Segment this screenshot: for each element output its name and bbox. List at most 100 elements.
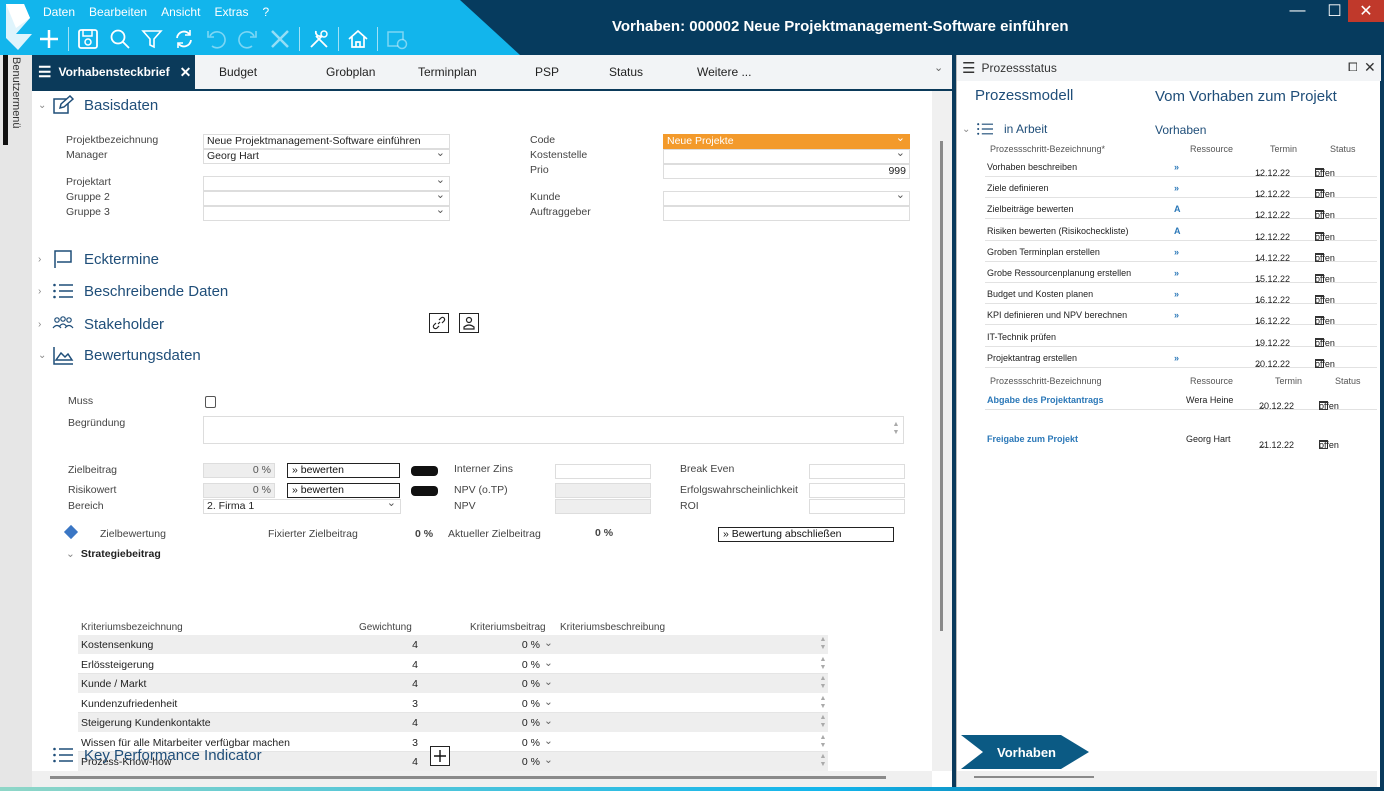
menu-bearbeiten[interactable]: Bearbeiten <box>89 5 147 19</box>
criteria-row[interactable]: Erlössteigerung 4 0 % ⌄ ▲ ▼ <box>78 654 828 674</box>
hamburger-icon[interactable]: ☰ <box>962 59 975 77</box>
process-step-row[interactable]: Vorhaben beschreiben» ⌄ 12.12.22 offen <box>985 156 1377 178</box>
step-resource[interactable]: A <box>1174 204 1181 214</box>
row-spinner[interactable]: ▲ ▼ <box>818 675 828 691</box>
projektbezeichnung-input[interactable]: Neue Projektmanagement-Software einführe… <box>203 134 450 149</box>
strategiebeitrag-header[interactable]: ⌄ Strategiebeitrag <box>66 548 161 560</box>
vertical-scrollbar[interactable] <box>932 91 952 771</box>
zielbeitrag-bewerten-button[interactable]: » bewerten <box>287 463 400 478</box>
row-spinner[interactable]: ▲ ▼ <box>818 695 828 711</box>
user-menu-label[interactable]: Benutzermenü <box>10 57 22 129</box>
section-ecktermine[interactable]: › Ecktermine <box>38 249 159 269</box>
tools-button[interactable] <box>306 25 332 53</box>
new-button[interactable] <box>36 25 62 53</box>
section-basisdaten[interactable]: ⌄ Basisdaten <box>38 95 158 115</box>
menu-help[interactable]: ? <box>262 5 269 19</box>
chevron-down-icon[interactable]: ⌄ <box>544 715 553 727</box>
step-resource[interactable]: » <box>1174 310 1179 320</box>
code-select[interactable]: Neue Projekte <box>663 134 910 149</box>
chevron-down-icon[interactable]: ⌄ <box>544 754 553 766</box>
criteria-contribution[interactable]: 0 % <box>498 659 540 671</box>
process-step-row[interactable]: Groben Terminplan erstellen» ⌄ 14.12.22 off… <box>985 241 1377 263</box>
pin-icon[interactable]: ⧠ <box>1348 60 1358 75</box>
gruppe3-select[interactable] <box>203 206 450 221</box>
muss-checkbox[interactable] <box>205 396 216 408</box>
criteria-contribution[interactable]: 0 % <box>498 639 540 651</box>
row-spinner[interactable]: ▲ ▼ <box>818 734 828 750</box>
criteria-weight[interactable]: 4 <box>378 639 418 651</box>
tab-overflow-chevron-icon[interactable]: ⌄ <box>934 61 943 74</box>
projektart-select[interactable] <box>203 176 450 191</box>
bewertung-abschliessen-button[interactable]: » Bewertung abschließen <box>718 527 894 542</box>
scrollbar-thumb[interactable] <box>940 141 943 631</box>
search-button[interactable] <box>107 25 133 53</box>
scrollbar-thumb[interactable] <box>50 776 886 779</box>
begruendung-textarea[interactable]: ▲ ▼ <box>203 416 904 444</box>
section-stakeholder[interactable]: › Stakeholder <box>38 314 164 334</box>
step-resource[interactable]: » <box>1174 183 1179 193</box>
tab-weitere[interactable]: Weitere ... <box>697 55 751 89</box>
criteria-contribution[interactable]: 0 % <box>498 678 540 690</box>
criteria-contribution[interactable]: 0 % <box>498 737 540 749</box>
roi-input[interactable] <box>809 499 905 514</box>
criteria-weight[interactable]: 4 <box>378 717 418 729</box>
step-resource[interactable]: » <box>1174 289 1179 299</box>
tab-grobplan[interactable]: Grobplan <box>326 55 375 89</box>
section-beschreibende-daten[interactable]: › Beschreibende Daten <box>38 281 228 301</box>
save-button[interactable] <box>75 25 101 53</box>
criteria-row[interactable]: Steigerung Kundenkontakte 4 0 % ⌄ ▲ ▼ <box>78 713 828 733</box>
close-panel-icon[interactable]: ✕ <box>1364 59 1376 76</box>
step-date[interactable]: 20.12.22 <box>1255 359 1290 369</box>
scrollbar-thumb[interactable] <box>974 776 1094 778</box>
step-resource[interactable]: » <box>1174 268 1179 278</box>
auftraggeber-input[interactable] <box>663 206 910 221</box>
process-step-row[interactable]: Projektantrag erstellen» ⌄ 20.12.22 offen <box>985 347 1377 369</box>
step-resource[interactable]: » <box>1174 353 1179 363</box>
add-person-button[interactable] <box>459 313 479 333</box>
chevron-down-icon[interactable]: ⌄ <box>544 696 553 708</box>
tab-budget[interactable]: Budget <box>219 55 257 89</box>
close-tab-icon[interactable]: ✕ <box>180 64 192 81</box>
chevron-down-icon[interactable]: ⌄ <box>544 637 553 649</box>
menu-daten[interactable]: Daten <box>43 5 75 19</box>
menu-extras[interactable]: Extras <box>214 5 248 19</box>
criteria-row[interactable]: Kostensenkung 4 0 % ⌄ ▲ ▼ <box>78 635 828 655</box>
criteria-row[interactable]: Kundenzufriedenheit 3 0 % ⌄ ▲ ▼ <box>78 693 828 713</box>
close-button[interactable]: ✕ <box>1348 0 1384 22</box>
prio-input[interactable]: 999 <box>663 164 910 179</box>
chevron-down-icon[interactable]: ⌄ <box>544 676 553 688</box>
criteria-row[interactable]: Kunde / Markt 4 0 % ⌄ ▲ ▼ <box>78 674 828 694</box>
section-kpi[interactable]: Key Performance Indicator <box>52 745 262 765</box>
group-in-arbeit[interactable]: ⌄ in Arbeit <box>962 121 1047 137</box>
tab-psp[interactable]: PSP <box>535 55 559 89</box>
minimize-button[interactable]: — <box>1279 0 1316 22</box>
milestone-row[interactable]: Abgabe des Projektantrags Wera Heine ⌄ 20.1… <box>985 389 1377 411</box>
menu-ansicht[interactable]: Ansicht <box>161 5 200 19</box>
criteria-weight[interactable]: 3 <box>378 737 418 749</box>
phase-vorhaben-button[interactable]: Vorhaben <box>961 735 1089 769</box>
process-step-row[interactable]: KPI definieren und NPV berechnen» ⌄ 16.12.… <box>985 304 1377 326</box>
user-menu-strip[interactable]: Benutzermenü <box>0 55 32 791</box>
kostenstelle-select[interactable] <box>663 149 910 164</box>
gruppe2-select[interactable] <box>203 191 450 206</box>
process-step-row[interactable]: Risiken bewerten (Risikocheckliste) A ⌄ 12.… <box>985 220 1377 242</box>
milestone-row[interactable]: Freigabe zum Projekt Georg Hart ⌄ 21.12.22 o… <box>985 428 1377 450</box>
section-bewertungsdaten[interactable]: ⌄ Bewertungsdaten <box>38 345 201 365</box>
delete-button[interactable] <box>267 25 293 53</box>
milestone-name[interactable]: Abgabe des Projektantrags <box>987 395 1104 405</box>
criteria-weight[interactable]: 4 <box>378 756 418 768</box>
process-step-row[interactable]: Budget und Kosten planen» ⌄ 16.12.22 offen <box>985 283 1377 305</box>
redo-button[interactable] <box>235 25 261 53</box>
filter-button[interactable] <box>139 25 165 53</box>
step-resource[interactable]: » <box>1174 162 1179 172</box>
row-spinner[interactable]: ▲ ▼ <box>818 636 828 652</box>
milestone-date[interactable]: 21.12.22 <box>1259 440 1294 450</box>
process-step-row[interactable]: Grobe Ressourcenplanung erstellen» ⌄ 15.12… <box>985 262 1377 284</box>
process-step-row[interactable]: Ziele definieren» ⌄ 12.12.22 offen <box>985 177 1377 199</box>
tab-terminplan[interactable]: Terminplan <box>418 55 477 89</box>
criteria-contribution[interactable]: 0 % <box>498 756 540 768</box>
milestone-name[interactable]: Freigabe zum Projekt <box>987 434 1078 444</box>
textarea-spinner[interactable]: ▲ ▼ <box>891 421 901 437</box>
row-spinner[interactable]: ▲ ▼ <box>818 656 828 672</box>
kunde-select[interactable] <box>663 191 910 206</box>
